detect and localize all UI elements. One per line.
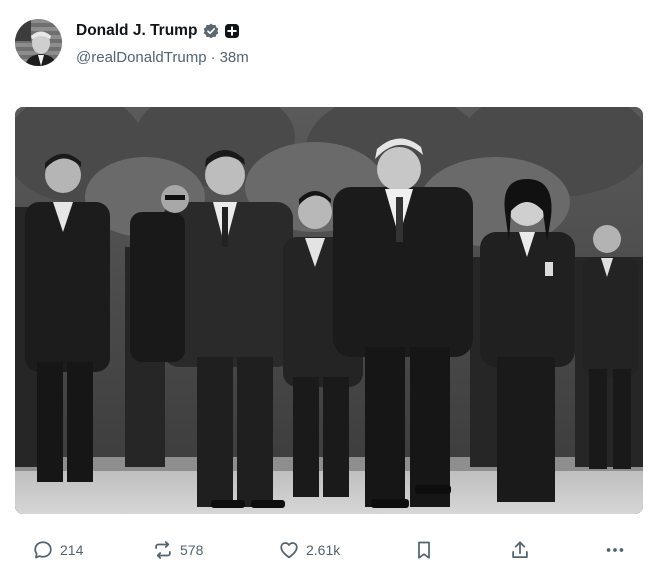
more-button[interactable] [604, 530, 626, 570]
repost-count: 578 [180, 542, 204, 558]
author-name-row: Donald J. Trump [76, 21, 240, 41]
author-handle-row: @realDonaldTrump · 38m [76, 49, 249, 66]
heart-icon [280, 542, 298, 559]
repost-button[interactable]: 578 [152, 530, 203, 570]
bookmark-button[interactable] [413, 530, 435, 570]
like-button[interactable]: 2.61k [278, 530, 340, 570]
share-button[interactable] [509, 530, 531, 570]
separator-dot: · [210, 49, 216, 66]
avatar-photo-icon [15, 19, 62, 66]
bookmark-icon [418, 541, 430, 559]
display-name[interactable]: Donald J. Trump [76, 22, 197, 40]
reply-count: 214 [60, 542, 84, 558]
post-actions-bar: 214 578 2.61k [0, 530, 650, 570]
reply-button[interactable]: 214 [32, 530, 83, 570]
post-time[interactable]: 38m [220, 49, 249, 66]
more-icon [606, 548, 624, 552]
author-handle[interactable]: @realDonaldTrump [76, 49, 207, 66]
post: Donald J. Trump @realDonaldTrump · 38m 2… [0, 0, 650, 574]
share-icon [512, 541, 528, 559]
reply-icon [34, 541, 52, 559]
photo-image-icon [15, 107, 643, 514]
verified-badge-icon [203, 23, 219, 39]
repost-icon [155, 541, 171, 559]
avatar[interactable] [15, 19, 62, 66]
post-photo[interactable] [15, 107, 643, 514]
like-count: 2.61k [306, 542, 341, 558]
plus-badge-icon [224, 23, 240, 39]
